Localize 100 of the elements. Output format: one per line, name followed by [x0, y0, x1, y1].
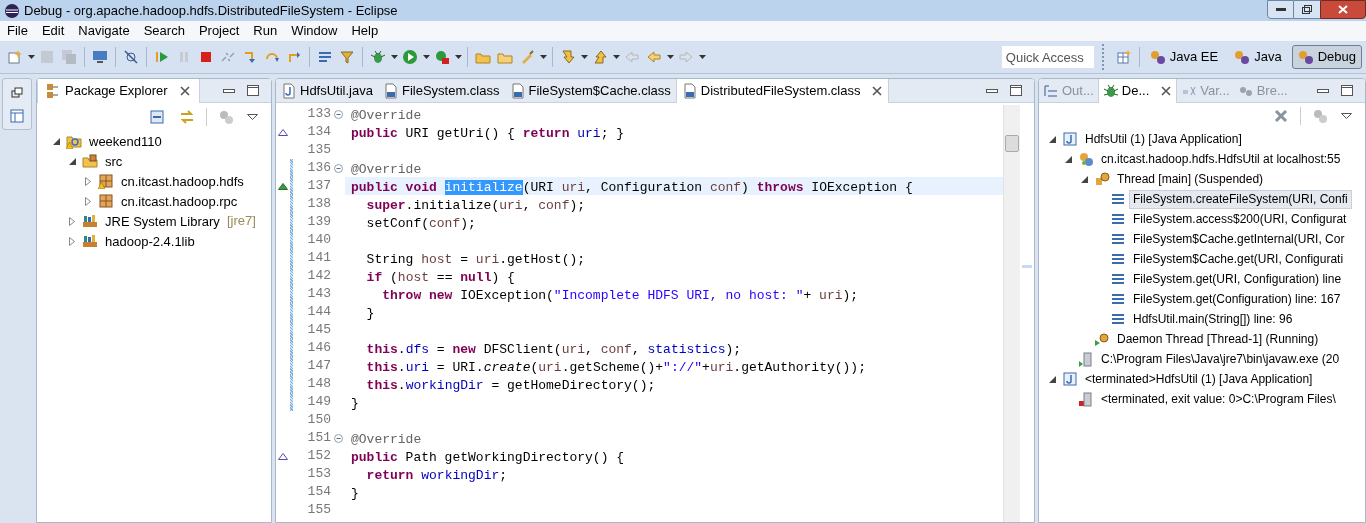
perspective-button[interactable]: Debug	[1291, 45, 1362, 69]
tree-item[interactable]: Daemon Thread [Thread-1] (Running)	[1113, 329, 1323, 349]
close-tab-button[interactable]	[1160, 84, 1173, 97]
menu-item[interactable]: Run	[246, 21, 285, 41]
java-file-icon	[281, 82, 297, 99]
perspective-button[interactable]: Java	[1228, 45, 1288, 69]
tree-item[interactable]: FileSystem$Cache.getInternal(URI, Cor	[1129, 229, 1349, 249]
view-tab[interactable]: De...	[1097, 79, 1178, 103]
line-number: 145	[306, 321, 331, 339]
tree-item[interactable]: cn.itcast.hadoop.hdfs.HdfsUtil at localhost:55	[1097, 149, 1345, 169]
tree-item[interactable]: src	[101, 151, 127, 171]
line-number: 143	[306, 285, 331, 303]
line-number: 144	[306, 303, 331, 321]
code-line: public Path getWorkingDirectory() {	[351, 450, 625, 465]
tab-label[interactable]: De...	[1121, 80, 1150, 101]
editor-tab[interactable]: DistributedFileSystem.class	[675, 79, 890, 103]
tab-label[interactable]: HdfsUtil.java	[300, 80, 373, 101]
line-number: 148	[306, 375, 331, 393]
tree-item[interactable]: weekend110	[85, 131, 166, 151]
line-number: 155	[306, 501, 331, 519]
tree-item[interactable]: cn.itcast.hadoop.rpc	[117, 191, 242, 211]
bug-icon	[1102, 82, 1119, 99]
perspective-icon	[1149, 49, 1166, 65]
stack-frame-icon	[1110, 211, 1126, 227]
code-line: if (host == null) {	[365, 270, 515, 285]
line-number: 138	[306, 195, 331, 213]
package-icon	[98, 193, 114, 209]
tree-item[interactable]: FileSystem.access$200(URI, Configurat	[1129, 209, 1351, 229]
stack-frame-icon	[1110, 291, 1126, 307]
java-app-icon	[1062, 371, 1078, 387]
minimize-window-button[interactable]	[1267, 0, 1294, 19]
perspective-button[interactable]: Java EE	[1143, 45, 1225, 69]
tree-item[interactable]: <terminated, exit value: 0>C:\Program Files\	[1097, 389, 1340, 409]
maximize-button[interactable]	[247, 85, 259, 96]
line-number: 152	[306, 447, 331, 465]
menu-item[interactable]: Search	[136, 21, 192, 41]
minimize-icon	[1275, 7, 1286, 12]
editor-tab[interactable]: HdfsUtil.java	[276, 79, 378, 103]
code-line: String host = uri.getHost();	[365, 252, 586, 267]
tree-item[interactable]: FileSystem.get(URI, Configuration) line	[1129, 269, 1346, 289]
fold-icon[interactable]	[333, 433, 343, 443]
line-number: 133	[306, 105, 331, 123]
scrollbar[interactable]	[1003, 105, 1020, 522]
line-number: 141	[306, 249, 331, 267]
line-number: 149	[306, 393, 331, 411]
line-number: 154	[306, 483, 331, 501]
menu-item[interactable]: Window	[284, 21, 345, 41]
code-line: setConf(conf);	[365, 216, 476, 231]
tree-item[interactable]: JRE System Library	[101, 211, 224, 231]
tree-item[interactable]: Thread [main] (Suspended)	[1113, 169, 1268, 189]
tree-item[interactable]: FileSystem$Cache.get(URI, Configurati	[1129, 249, 1348, 269]
menu-item[interactable]: File	[0, 21, 35, 41]
tab-label[interactable]: FileSystem.class	[401, 80, 500, 101]
tree-item[interactable]: C:\Program Files\Java\jre7\bin\javaw.exe (20	[1097, 349, 1344, 369]
gear-icon	[1094, 171, 1110, 187]
line-number: 147	[306, 357, 331, 375]
tree-item[interactable]: HdfsUtil (1) [Java Application]	[1081, 129, 1246, 149]
warning-icon	[98, 182, 105, 189]
fold-icon[interactable]	[333, 109, 343, 119]
menu-item[interactable]: Edit	[34, 21, 72, 41]
books-icon	[82, 233, 98, 249]
tab-label[interactable]: FileSystem$Cache.class	[528, 80, 671, 101]
server-icon	[1078, 391, 1094, 407]
tree-item[interactable]: <terminated>HdfsUtil (1) [Java Application]	[1081, 369, 1317, 389]
stack-frame-icon	[1110, 231, 1126, 247]
menu-item[interactable]: Project	[191, 21, 247, 41]
line-number: 146	[306, 339, 331, 357]
tree-item[interactable]: hadoop-2.4.1lib	[101, 231, 199, 251]
class-file-icon	[509, 82, 526, 99]
library-qualifier: [jre7]	[226, 212, 256, 231]
source-folder-icon	[82, 153, 98, 169]
close-tab-button[interactable]	[178, 84, 191, 97]
quick-access-field[interactable]: Quick Access	[1001, 46, 1094, 68]
code-line: }	[365, 306, 375, 321]
restore-window-button[interactable]	[1294, 0, 1320, 19]
gears-icon	[1078, 151, 1094, 167]
java-app-icon	[1062, 131, 1078, 147]
server-icon	[1078, 351, 1094, 367]
tree-item[interactable]: FileSystem.get(Configuration) line: 167	[1129, 289, 1345, 309]
close-window-button[interactable]	[1320, 0, 1366, 19]
menu-item[interactable]: Help	[344, 21, 386, 41]
maximize-button[interactable]	[1341, 85, 1353, 96]
editor-tab[interactable]: FileSystem$Cache.class	[504, 79, 676, 103]
code-line: }	[351, 396, 359, 411]
stack-frame-icon	[1110, 271, 1126, 287]
view-tab[interactable]: Package Explorer	[37, 78, 200, 103]
perspective-icon	[1234, 49, 1251, 65]
editor-tab[interactable]: FileSystem.class	[377, 79, 505, 103]
code-line: @Override	[351, 432, 422, 447]
code-line: this.uri = URI.create(uri.getScheme()+"://"+uri.getAuthority());	[365, 360, 866, 375]
tree-item[interactable]: FileSystem.createFileSystem(URI, Confi	[1129, 189, 1352, 209]
maximize-button[interactable]	[1010, 85, 1022, 96]
close-tab-button[interactable]	[871, 84, 884, 97]
tree-item[interactable]: cn.itcast.hadoop.hdfs	[117, 171, 248, 191]
outline-icon	[1043, 82, 1059, 99]
warning-icon	[66, 142, 73, 149]
fold-icon[interactable]	[333, 163, 343, 173]
tree-item[interactable]: HdfsUtil.main(String[]) line: 96	[1129, 309, 1297, 329]
tab-label[interactable]: DistributedFileSystem.class	[700, 80, 861, 101]
menu-item[interactable]: Navigate	[71, 21, 137, 41]
